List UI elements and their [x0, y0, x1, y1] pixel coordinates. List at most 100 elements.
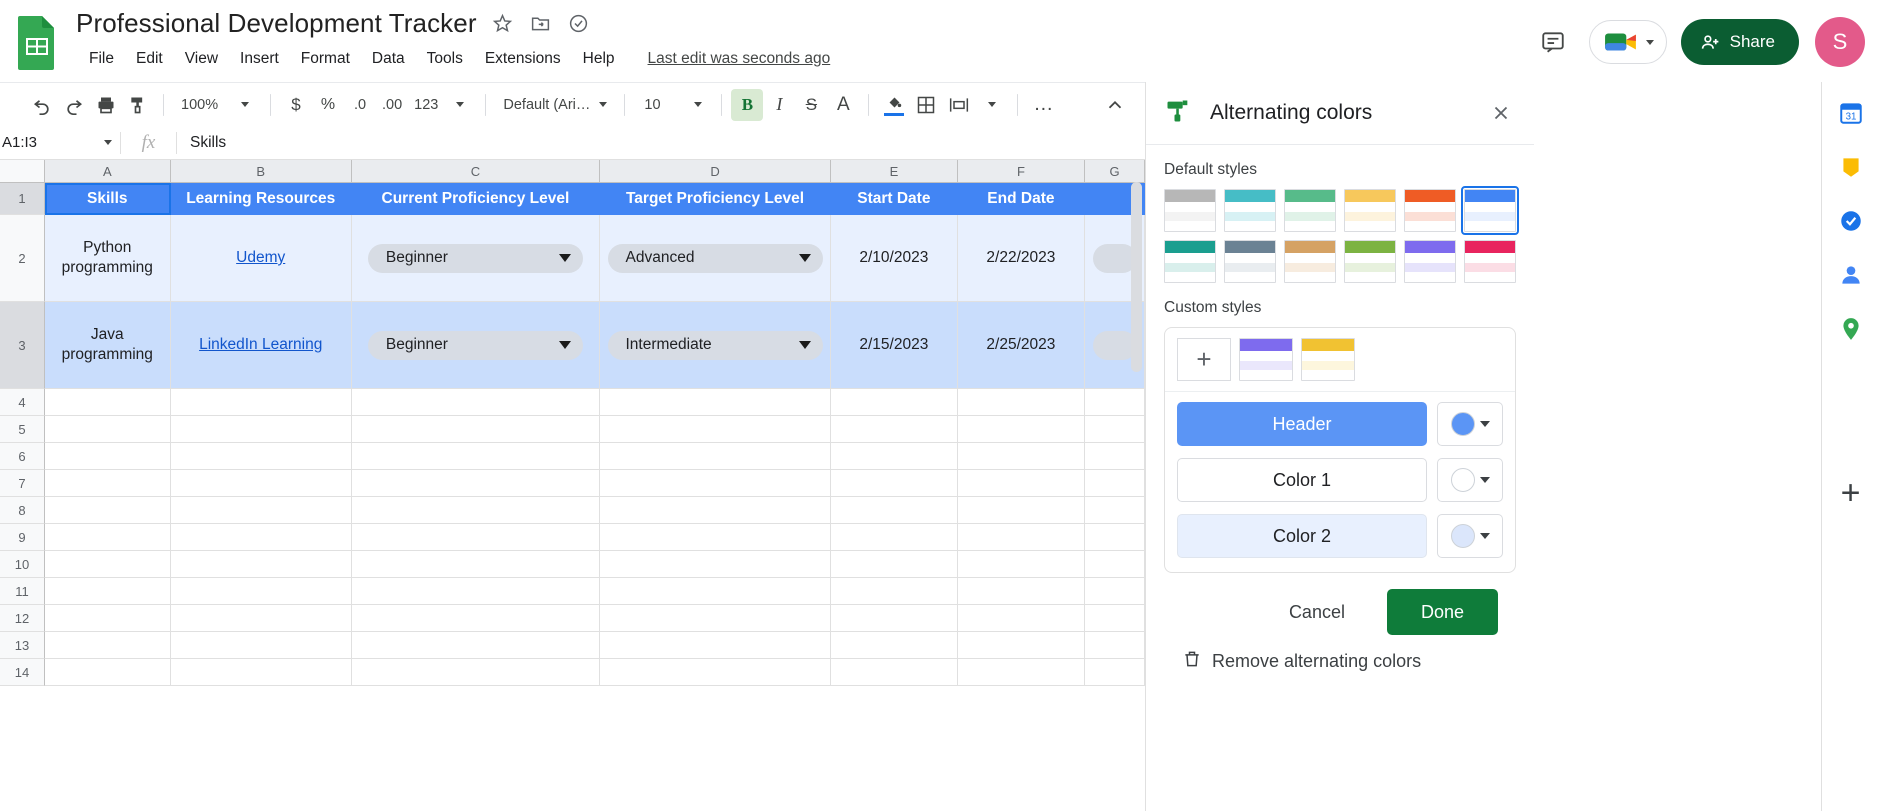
empty-cell[interactable]	[831, 605, 958, 632]
empty-cell[interactable]	[599, 551, 832, 578]
cell-e2[interactable]: 2/10/2023	[831, 215, 958, 302]
bold-button[interactable]: B	[731, 88, 764, 121]
collapse-toolbar-icon[interactable]	[1099, 89, 1131, 121]
empty-cell[interactable]	[1085, 416, 1145, 443]
row-header-3[interactable]: 3	[0, 302, 45, 389]
empty-cell[interactable]	[831, 578, 958, 605]
empty-cell[interactable]	[1085, 524, 1145, 551]
merge-cells-button[interactable]	[942, 89, 976, 121]
cell-c3[interactable]: Beginner	[351, 302, 600, 389]
resource-link[interactable]: Udemy	[236, 249, 285, 267]
menu-data[interactable]: Data	[361, 47, 416, 71]
text-color-button[interactable]: A	[827, 89, 859, 121]
empty-cell[interactable]	[170, 470, 352, 497]
formats-chevron-down-icon[interactable]	[444, 89, 476, 121]
zoom-chevron-down-icon[interactable]	[229, 89, 261, 121]
menu-file[interactable]: File	[78, 47, 125, 71]
tasks-icon[interactable]	[1834, 204, 1868, 238]
default-style-teal[interactable]	[1164, 240, 1216, 283]
row-header-9[interactable]: 9	[0, 524, 45, 551]
percent-format-button[interactable]: %	[312, 89, 344, 121]
empty-cell[interactable]	[957, 416, 1086, 443]
last-edit-status[interactable]: Last edit was seconds ago	[648, 50, 831, 68]
contacts-icon[interactable]	[1834, 258, 1868, 292]
column-header-e[interactable]: E	[831, 160, 958, 182]
cell-a3[interactable]: Java programming	[45, 302, 171, 389]
add-app-button[interactable]: +	[1834, 476, 1868, 510]
empty-cell[interactable]	[1085, 551, 1145, 578]
avatar[interactable]: S	[1815, 17, 1865, 67]
done-button[interactable]: Done	[1386, 589, 1498, 635]
empty-cell[interactable]	[45, 443, 171, 470]
empty-cell[interactable]	[831, 416, 958, 443]
color-picker-header[interactable]	[1437, 402, 1503, 446]
menu-help[interactable]: Help	[572, 47, 626, 71]
move-to-folder-icon[interactable]	[529, 12, 553, 36]
empty-cell[interactable]	[45, 605, 171, 632]
empty-cell[interactable]	[351, 389, 600, 416]
empty-cell[interactable]	[957, 443, 1086, 470]
empty-cell[interactable]	[351, 443, 600, 470]
meet-button[interactable]	[1588, 20, 1667, 64]
borders-button[interactable]	[910, 89, 942, 121]
current-proficiency-dropdown[interactable]: Beginner	[367, 330, 583, 360]
empty-cell[interactable]	[957, 524, 1086, 551]
row-header-10[interactable]: 10	[0, 551, 45, 578]
column-header-c[interactable]: C	[351, 160, 600, 182]
empty-cell[interactable]	[831, 470, 958, 497]
decrease-decimal-button[interactable]: .0	[344, 89, 376, 121]
empty-cell[interactable]	[351, 659, 600, 686]
row-header-7[interactable]: 7	[0, 470, 45, 497]
empty-cell[interactable]	[957, 632, 1086, 659]
font-size-selector[interactable]: 10	[634, 89, 712, 121]
paint-format-icon[interactable]	[122, 89, 154, 121]
empty-cell[interactable]	[957, 497, 1086, 524]
row-header-13[interactable]: 13	[0, 632, 45, 659]
column-header-f[interactable]: F	[957, 160, 1086, 182]
add-custom-style-button[interactable]: +	[1177, 338, 1231, 381]
empty-cell[interactable]	[170, 389, 352, 416]
vertical-scrollbar[interactable]	[1131, 182, 1142, 372]
cell-d2[interactable]: Advanced	[599, 215, 832, 302]
empty-cell[interactable]	[351, 497, 600, 524]
empty-cell[interactable]	[170, 659, 352, 686]
empty-cell[interactable]	[831, 632, 958, 659]
row-header-11[interactable]: 11	[0, 578, 45, 605]
default-style-blue[interactable]	[1461, 186, 1519, 235]
empty-cell[interactable]	[351, 470, 600, 497]
cell-a2[interactable]: Python programming	[45, 215, 171, 302]
empty-cell[interactable]	[45, 632, 171, 659]
empty-cell[interactable]	[831, 551, 958, 578]
merge-chevron-down-icon[interactable]	[976, 89, 1008, 121]
empty-cell[interactable]	[351, 551, 600, 578]
empty-cell[interactable]	[351, 416, 600, 443]
empty-cell[interactable]	[45, 470, 171, 497]
custom-style-custom-purple[interactable]	[1239, 338, 1293, 381]
empty-cell[interactable]	[45, 497, 171, 524]
empty-cell[interactable]	[1085, 659, 1145, 686]
column-header-d[interactable]: D	[599, 160, 832, 182]
color-picker-c1[interactable]	[1437, 458, 1503, 502]
default-style-green[interactable]	[1284, 189, 1336, 232]
empty-cell[interactable]	[1085, 578, 1145, 605]
empty-cell[interactable]	[45, 416, 171, 443]
empty-cell[interactable]	[170, 524, 352, 551]
empty-cell[interactable]	[1085, 497, 1145, 524]
empty-cell[interactable]	[831, 497, 958, 524]
empty-cell[interactable]	[45, 389, 171, 416]
color-row-label-c1[interactable]: Color 1	[1177, 458, 1427, 502]
empty-cell[interactable]	[351, 605, 600, 632]
more-formats-button[interactable]: 123	[408, 89, 444, 121]
default-style-slate[interactable]	[1224, 240, 1276, 283]
resource-link[interactable]: LinkedIn Learning	[199, 336, 322, 354]
empty-cell[interactable]	[45, 524, 171, 551]
default-style-yellow[interactable]	[1344, 189, 1396, 232]
menu-format[interactable]: Format	[290, 47, 361, 71]
empty-cell[interactable]	[957, 659, 1086, 686]
cell-a1[interactable]: Skills	[45, 183, 171, 215]
cell-c2[interactable]: Beginner	[351, 215, 600, 302]
formula-input[interactable]: Skills	[176, 131, 1145, 154]
remove-alternating-colors-button[interactable]: Remove alternating colors	[1164, 635, 1516, 674]
empty-cell[interactable]	[957, 470, 1086, 497]
row-header-1[interactable]: 1	[0, 183, 45, 215]
